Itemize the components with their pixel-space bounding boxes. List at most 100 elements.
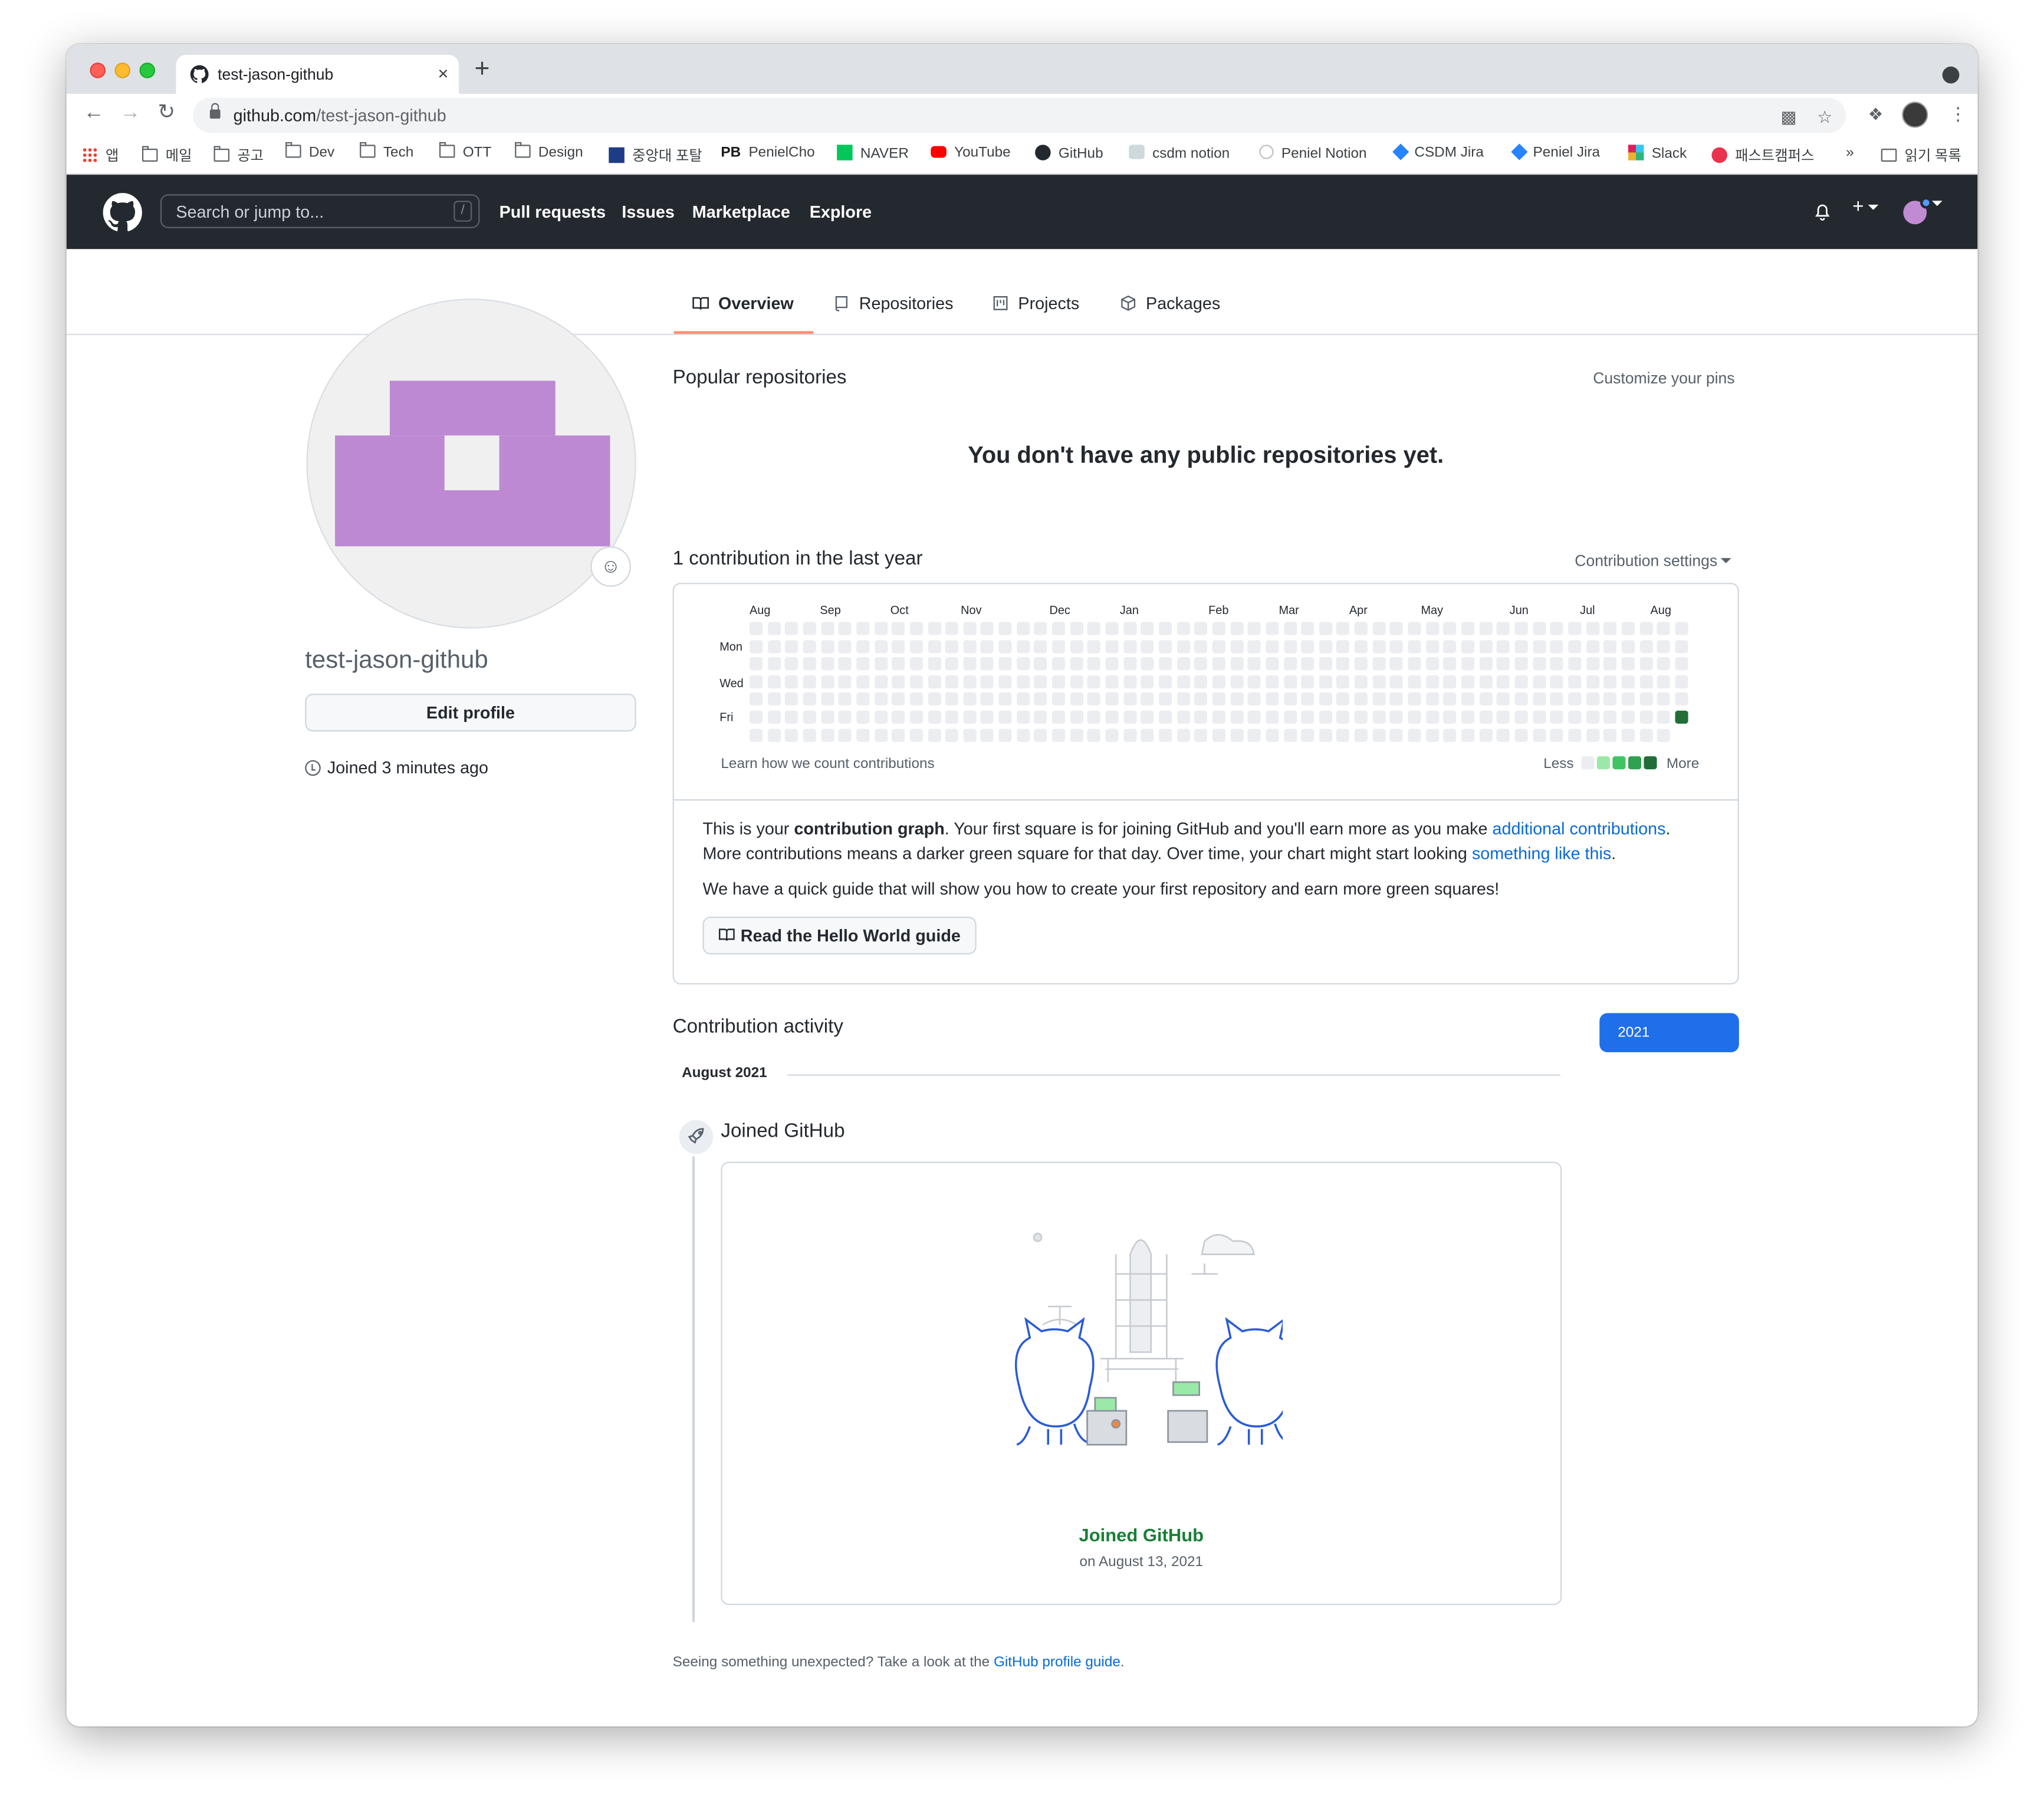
contribution-day-cell[interactable]: [892, 710, 905, 724]
contribution-day-cell[interactable]: [874, 639, 888, 653]
contribution-day-cell[interactable]: [1177, 675, 1190, 688]
bookmark-youtube[interactable]: YouTube: [931, 145, 1011, 160]
contribution-day-cell[interactable]: [1230, 622, 1243, 635]
contribution-day-cell[interactable]: [1105, 728, 1119, 741]
nav-pull-requests[interactable]: Pull requests: [500, 202, 606, 222]
contribution-day-cell[interactable]: [1372, 710, 1386, 724]
contribution-day-cell[interactable]: [1230, 639, 1243, 653]
contribution-day-cell[interactable]: [1034, 710, 1047, 724]
contribution-day-cell[interactable]: [1390, 622, 1404, 635]
contribution-day-cell[interactable]: [1408, 622, 1421, 635]
contribution-day-cell[interactable]: [927, 692, 941, 706]
contribution-day-cell[interactable]: [927, 657, 941, 671]
contribution-day-cell[interactable]: [1034, 657, 1047, 671]
reading-list[interactable]: 읽기 목록: [1881, 145, 1961, 165]
contribution-day-cell[interactable]: [1212, 692, 1225, 706]
contribution-day-cell[interactable]: [1247, 657, 1261, 671]
contribution-day-cell[interactable]: [998, 639, 1012, 653]
bookmark-csdm-jira[interactable]: CSDM Jira: [1392, 143, 1484, 160]
contribution-day-cell[interactable]: [1639, 657, 1652, 671]
contribution-day-cell[interactable]: [1087, 710, 1101, 724]
contribution-day-cell[interactable]: [1586, 710, 1599, 724]
contribution-day-cell[interactable]: [874, 675, 888, 688]
contribution-day-cell[interactable]: [1016, 710, 1030, 724]
contribution-day-cell[interactable]: [1087, 675, 1101, 688]
contribution-day-cell[interactable]: [1372, 622, 1386, 635]
year-2021-button[interactable]: 2021: [1599, 1013, 1739, 1052]
contribution-day-cell[interactable]: [1586, 639, 1599, 653]
contribution-day-cell[interactable]: [1319, 639, 1332, 653]
contribution-day-cell[interactable]: [1675, 657, 1688, 671]
contribution-day-cell[interactable]: [1319, 710, 1332, 724]
contribution-day-cell[interactable]: [981, 675, 994, 688]
contribution-day-cell[interactable]: [1283, 639, 1297, 653]
contribution-day-cell[interactable]: [1443, 710, 1457, 724]
contribution-day-cell[interactable]: [945, 728, 959, 741]
contribution-day-cell[interactable]: [892, 692, 905, 706]
contribution-day-cell[interactable]: [1354, 692, 1368, 706]
contribution-day-cell[interactable]: [1354, 639, 1368, 653]
contribution-day-cell[interactable]: [1550, 657, 1563, 671]
browser-profile-avatar[interactable]: [1902, 101, 1928, 128]
contribution-day-cell[interactable]: [1497, 657, 1510, 671]
contribution-day-cell[interactable]: [945, 657, 959, 671]
contribution-day-cell[interactable]: [1016, 675, 1030, 688]
contribution-day-cell[interactable]: [1266, 639, 1279, 653]
contribution-day-cell[interactable]: [1105, 675, 1119, 688]
tab-packages[interactable]: Packages: [1120, 293, 1220, 313]
contribution-day-cell[interactable]: [1158, 728, 1172, 741]
contribution-day-cell[interactable]: [1390, 639, 1404, 653]
contribution-day-cell[interactable]: [1390, 692, 1404, 706]
contribution-day-cell[interactable]: [998, 622, 1012, 635]
contribution-day-cell[interactable]: [1603, 710, 1617, 724]
contribution-day-cell[interactable]: [820, 657, 834, 671]
contribution-day-cell[interactable]: [1586, 657, 1599, 671]
contribution-day-cell[interactable]: [998, 710, 1012, 724]
contribution-day-cell[interactable]: [1461, 657, 1475, 671]
contribution-day-cell[interactable]: [1016, 622, 1030, 635]
contribution-day-cell[interactable]: [785, 675, 798, 688]
contribution-day-cell[interactable]: [1639, 692, 1652, 706]
contribution-day-cell[interactable]: [1105, 639, 1119, 653]
contribution-day-cell[interactable]: [1212, 622, 1225, 635]
contribution-day-cell[interactable]: [803, 657, 816, 671]
contribution-day-cell[interactable]: [1230, 657, 1243, 671]
contribution-day-cell[interactable]: [785, 728, 798, 741]
contribution-day-cell[interactable]: [838, 639, 852, 653]
bookmark-naver[interactable]: NAVER: [837, 145, 909, 162]
contribution-day-cell[interactable]: [1087, 622, 1101, 635]
maximize-window-button[interactable]: [139, 63, 156, 78]
contribution-day-cell[interactable]: [1034, 692, 1047, 706]
contribution-day-cell[interactable]: [1479, 710, 1493, 724]
contribution-day-cell[interactable]: [1657, 675, 1670, 688]
contribution-day-cell[interactable]: [1319, 622, 1332, 635]
bookmark-peniel-jira[interactable]: Peniel Jira: [1511, 143, 1600, 160]
contribution-day-cell[interactable]: [1567, 710, 1582, 724]
contribution-day-cell[interactable]: [1194, 657, 1208, 671]
contribution-day-cell[interactable]: [1408, 728, 1421, 741]
contribution-day-cell[interactable]: [856, 639, 870, 653]
contribution-day-cell[interactable]: [1425, 675, 1439, 688]
contribution-day-cell[interactable]: [1034, 639, 1047, 653]
contribution-day-cell[interactable]: [767, 728, 781, 741]
contribution-day-cell[interactable]: [1283, 710, 1297, 724]
contribution-day-cell[interactable]: [1266, 657, 1279, 671]
contribution-day-cell[interactable]: [892, 728, 905, 741]
contribution-day-cell[interactable]: [1603, 657, 1617, 671]
contribution-day-cell[interactable]: [981, 728, 994, 741]
contribution-day-cell[interactable]: [1354, 728, 1368, 741]
contribution-day-cell[interactable]: [1070, 639, 1083, 653]
contribution-day-cell[interactable]: [1514, 728, 1528, 741]
contribution-day-cell[interactable]: [1212, 639, 1225, 653]
contribution-day-cell[interactable]: [1443, 675, 1457, 688]
contribution-day-cell[interactable]: [785, 710, 798, 724]
contribution-day-cell[interactable]: [1283, 657, 1297, 671]
contribution-day-cell[interactable]: [1586, 675, 1599, 688]
translate-icon[interactable]: ▩: [1781, 107, 1797, 127]
tab-search-icon[interactable]: [1942, 66, 1960, 84]
contribution-day-cell[interactable]: [981, 639, 994, 653]
contribution-day-cell[interactable]: [1158, 675, 1172, 688]
contribution-day-cell[interactable]: [1497, 692, 1510, 706]
contribution-day-cell[interactable]: [1497, 675, 1510, 688]
contribution-day-cell[interactable]: [1230, 728, 1243, 741]
